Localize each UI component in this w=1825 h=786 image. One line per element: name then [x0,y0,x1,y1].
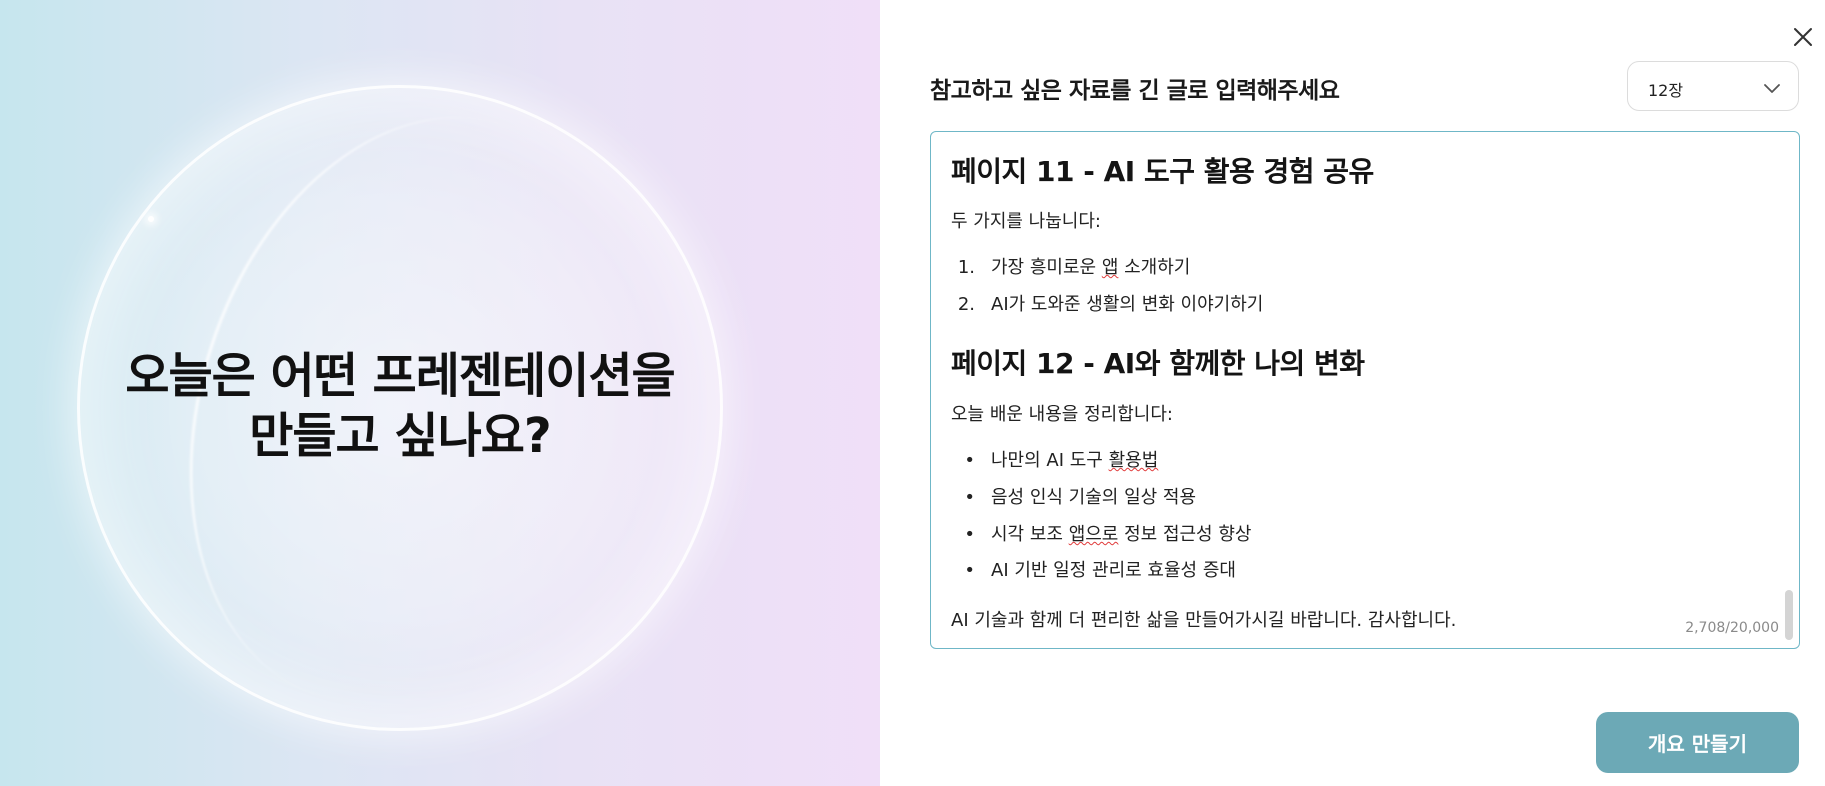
spellcheck-word: 앱 [1101,257,1119,278]
hero-headline: 오늘은 어떤 프레젠테이션을 만들고 싶나요? [60,346,740,466]
spellcheck-word: 앱으로 [1068,524,1119,545]
list-item-text-part: 시각 보조 [991,524,1069,545]
hero-headline-line2: 만들고 싶나요? [249,408,552,464]
section-heading-page12: 페이지 12 - AI와 함께한 나의 변화 [951,347,1365,380]
generate-outline-button[interactable]: 개요 만들기 [1596,712,1799,773]
list-marker: 1. [957,257,975,278]
chevron-down-icon [1764,84,1780,93]
spellcheck-word: 활용법 [1108,450,1159,471]
list-item-text: AI 기반 일정 관리로 효율성 증대 [991,560,1236,581]
source-text-editor[interactable]: 페이지 11 - AI 도구 활용 경험 공유 두 가지를 나눕니다: 1. 가… [930,131,1800,649]
editor-scrollbar[interactable] [1785,590,1793,640]
list-marker: 2. [957,294,975,315]
orb-sparkle [148,216,154,222]
close-icon [1794,28,1812,46]
section-intro-page11: 두 가지를 나눕니다: [951,211,1101,232]
character-count: 2,708/20,000 [1685,620,1779,636]
list-item-text-part: 나만의 AI 도구 [991,450,1109,471]
list-item-text: AI가 도와준 생활의 변화 이야기하기 [991,294,1264,315]
hero-panel: 오늘은 어떤 프레젠테이션을 만들고 싶나요? [0,0,880,786]
list-item-text-part: 소개하기 [1118,257,1191,278]
list-bullet: • [964,524,975,545]
list-item-text-part: 가장 흥미로운 [991,257,1102,278]
hero-headline-line1: 오늘은 어떤 프레젠테이션을 [125,348,675,404]
slide-count-value: 12장 [1648,81,1684,100]
section-heading-page11: 페이지 11 - AI 도구 활용 경험 공유 [951,155,1374,188]
close-button[interactable] [1790,24,1816,50]
list-bullet: • [964,560,975,581]
section-intro-page12: 오늘 배운 내용을 정리합니다: [951,404,1173,425]
prompt-title: 참고하고 싶은 자료를 긴 글로 입력해주세요 [930,78,1340,104]
closing-text: AI 기술과 함께 더 편리한 삶을 만들어가시길 바랍니다. 감사합니다. [951,610,1457,631]
list-bullet: • [964,450,975,471]
list-item-text-part: 정보 접근성 향상 [1118,524,1252,545]
list-bullet: • [964,487,975,508]
slide-count-select[interactable]: 12장 [1627,61,1799,111]
list-item-text: 음성 인식 기술의 일상 적용 [991,487,1197,508]
